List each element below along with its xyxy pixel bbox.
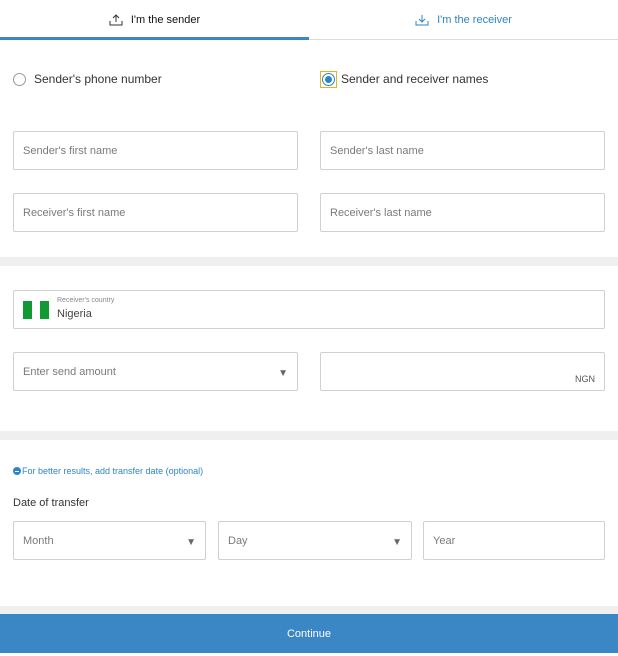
date-of-transfer-label: Date of transfer xyxy=(13,497,89,509)
year-input[interactable]: Year xyxy=(423,521,605,560)
sender-last-name-input[interactable]: Sender's last name xyxy=(320,131,605,170)
nigeria-flag-icon xyxy=(23,301,50,319)
caret-down-icon: ▼ xyxy=(392,537,402,548)
radio-focus-ring xyxy=(320,70,337,88)
receiver-last-name-placeholder: Receiver's last name xyxy=(330,206,432,219)
flag-stripe-middle xyxy=(31,301,41,319)
receiver-first-name-input[interactable]: Receiver's first name xyxy=(13,193,298,232)
section-divider xyxy=(0,606,618,614)
send-amount-placeholder: Enter send amount xyxy=(23,365,116,378)
radio-sender-phone-label: Sender's phone number xyxy=(34,72,162,86)
radio-sender-phone[interactable]: Sender's phone number xyxy=(13,70,162,88)
active-tab-indicator xyxy=(0,37,309,40)
tab-divider xyxy=(309,39,618,40)
continue-button[interactable]: Continue xyxy=(0,614,618,653)
tab-sender-label: I'm the sender xyxy=(130,14,201,26)
upload-icon xyxy=(109,14,123,26)
receiver-country-label: Receiver's country xyxy=(57,297,115,304)
receive-amount-input[interactable]: NGN xyxy=(320,352,605,391)
tab-receiver-label: I'm the receiver xyxy=(437,14,512,26)
sender-last-name-placeholder: Sender's last name xyxy=(330,144,424,157)
radio-names-label: Sender and receiver names xyxy=(341,72,489,86)
caret-down-icon: ▼ xyxy=(278,368,288,379)
year-placeholder: Year xyxy=(433,534,456,547)
month-placeholder: Month xyxy=(23,534,54,547)
receiver-last-name-input[interactable]: Receiver's last name xyxy=(320,193,605,232)
role-tabs: I'm the sender I'm the receiver xyxy=(0,0,618,40)
continue-button-label: Continue xyxy=(286,627,332,640)
radio-button-selected[interactable] xyxy=(322,72,335,86)
receiver-country-select[interactable]: Receiver's country Nigeria xyxy=(13,290,605,329)
send-amount-dropdown[interactable]: Enter send amount ▼ xyxy=(13,352,298,391)
sender-first-name-placeholder: Sender's first name xyxy=(23,144,118,157)
download-icon xyxy=(415,15,429,26)
section-divider xyxy=(0,257,618,266)
currency-code: NGN xyxy=(575,374,595,384)
section-divider xyxy=(0,431,618,440)
day-select[interactable]: Day ▼ xyxy=(218,521,412,560)
collapse-circle-icon xyxy=(13,467,21,475)
add-transfer-date-label: For better results, add transfer date (o… xyxy=(22,466,204,476)
receiver-country-value: Nigeria xyxy=(57,308,92,320)
flag-stripe-right xyxy=(40,301,50,319)
caret-down-icon: ▼ xyxy=(186,537,196,548)
flag-stripe-left xyxy=(23,301,32,319)
day-placeholder: Day xyxy=(228,534,248,547)
add-transfer-date-toggle[interactable]: For better results, add transfer date (o… xyxy=(13,466,203,476)
radio-sender-receiver-names[interactable]: Sender and receiver names xyxy=(320,70,488,88)
receiver-first-name-placeholder: Receiver's first name xyxy=(23,206,126,219)
radio-button[interactable] xyxy=(13,72,26,86)
month-select[interactable]: Month ▼ xyxy=(13,521,206,560)
sender-first-name-input[interactable]: Sender's first name xyxy=(13,131,298,170)
tab-receiver[interactable]: I'm the receiver xyxy=(309,0,618,40)
tab-sender[interactable]: I'm the sender xyxy=(0,0,309,40)
